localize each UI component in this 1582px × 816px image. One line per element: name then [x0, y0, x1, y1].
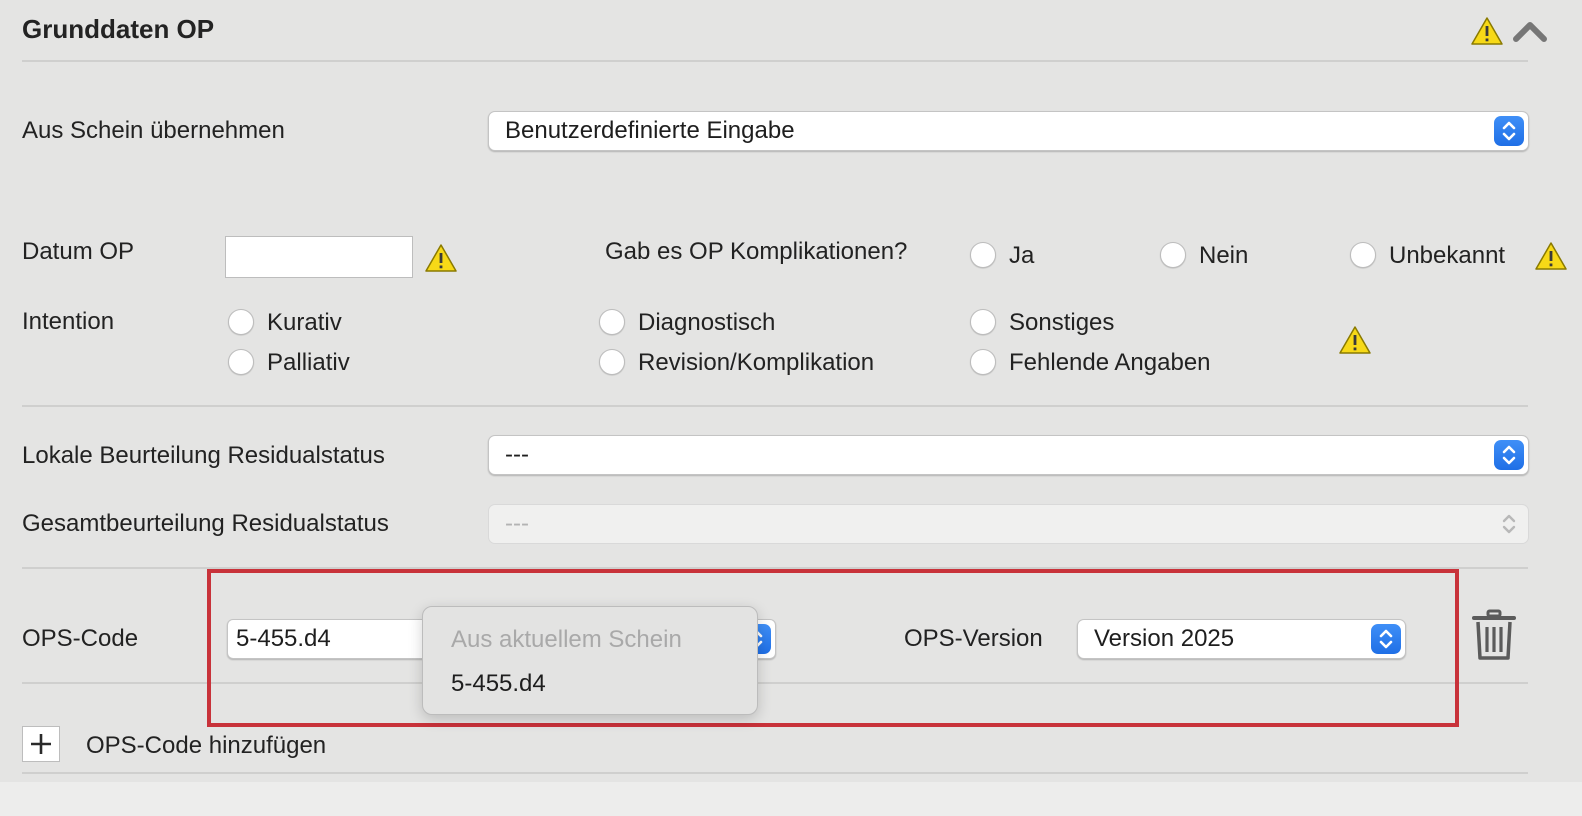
stepper-icon — [1494, 440, 1524, 470]
lokale-label: Lokale Beurteilung Residualstatus — [22, 442, 385, 469]
radio-label-sonstiges: Sonstiges — [1009, 309, 1115, 336]
bottom-strip — [0, 782, 1582, 816]
radio-ja[interactable] — [970, 242, 996, 268]
gesamt-label: Gesamtbeurteilung Residualstatus — [22, 510, 389, 537]
add-ops-code-button[interactable] — [22, 726, 60, 762]
warning-icon — [425, 244, 457, 272]
ops-code-label: OPS-Code — [22, 625, 139, 652]
highlight-frame — [207, 569, 1459, 727]
gesamt-value: --- — [505, 510, 529, 537]
radio-kurativ[interactable] — [228, 309, 254, 335]
lokale-value: --- — [505, 441, 529, 468]
lokale-select[interactable]: --- — [488, 435, 1529, 475]
warning-icon — [1471, 17, 1503, 45]
radio-label-kurativ: Kurativ — [267, 309, 342, 336]
plus-icon — [31, 734, 51, 754]
radio-label-palliativ: Palliativ — [267, 349, 350, 376]
radio-label-nein: Nein — [1199, 242, 1249, 269]
stepper-icon — [1494, 509, 1524, 539]
radio-fehlende[interactable] — [970, 349, 996, 375]
divider — [22, 60, 1528, 62]
warning-icon — [1535, 242, 1567, 270]
radio-label-diagnostisch: Diagnostisch — [638, 309, 776, 336]
radio-palliativ[interactable] — [228, 349, 254, 375]
aus-schein-value: Benutzerdefinierte Eingabe — [505, 117, 795, 144]
datum-field[interactable] — [225, 236, 413, 278]
section-title: Grunddaten OP — [22, 14, 215, 44]
chevron-up-icon[interactable] — [1512, 18, 1548, 44]
trash-icon[interactable] — [1470, 608, 1518, 662]
radio-sonstiges[interactable] — [970, 309, 996, 335]
add-ops-code-label[interactable]: OPS-Code hinzufügen — [86, 732, 326, 760]
gesamt-select: --- — [488, 504, 1529, 544]
komplikationen-question: Gab es OP Komplikationen? — [605, 238, 908, 265]
stepper-icon — [1494, 116, 1524, 146]
radio-label-revision: Revision/Komplikation — [638, 349, 875, 376]
divider — [22, 405, 1528, 407]
ops-code-dropdown-menu: Aus aktuellem Schein 5-455.d4 — [422, 606, 758, 715]
menu-header: Aus aktuellem Schein — [451, 626, 682, 653]
divider — [22, 772, 1528, 774]
warning-icon — [1339, 326, 1371, 354]
radio-nein[interactable] — [1160, 242, 1186, 268]
intention-label: Intention — [22, 308, 115, 335]
radio-label-unbekannt: Unbekannt — [1389, 242, 1506, 269]
radio-label-ja: Ja — [1009, 242, 1035, 269]
aus-schein-label: Aus Schein übernehmen — [22, 117, 285, 144]
datum-label: Datum OP — [22, 238, 135, 265]
menu-item-ops-code[interactable]: 5-455.d4 — [451, 670, 546, 698]
radio-unbekannt[interactable] — [1350, 242, 1376, 268]
radio-label-fehlende: Fehlende Angaben — [1009, 349, 1211, 376]
aus-schein-select[interactable]: Benutzerdefinierte Eingabe — [488, 111, 1529, 151]
radio-diagnostisch[interactable] — [599, 309, 625, 335]
radio-revision[interactable] — [599, 349, 625, 375]
